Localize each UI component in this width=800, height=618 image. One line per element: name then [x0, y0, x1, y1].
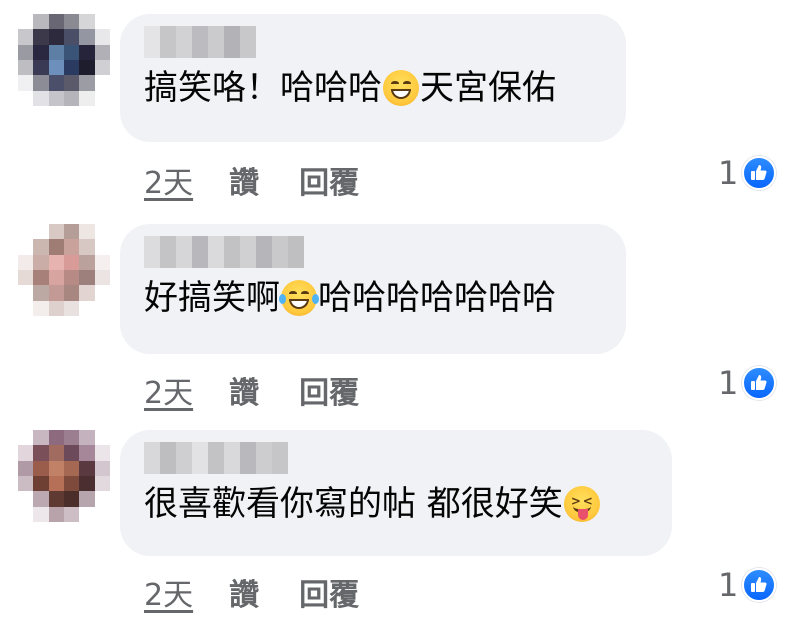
tears-of-joy-emoji	[279, 280, 319, 316]
like-button[interactable]: 讚	[229, 158, 259, 202]
reaction-summary[interactable]: 1	[718, 364, 777, 402]
squinting-tongue-emoji: > <	[563, 486, 600, 522]
reply-button[interactable]: 回覆	[299, 570, 359, 614]
reaction-summary[interactable]: 1	[718, 154, 777, 192]
comment-text: 好搞笑啊 哈哈哈哈哈哈哈	[144, 278, 556, 318]
reaction-summary[interactable]: 1	[718, 566, 777, 604]
reaction-count: 1	[718, 154, 739, 192]
comment-bubble: 搞笑咯！哈哈哈 天宮保佑	[120, 14, 626, 142]
commenter-name-blurred[interactable]	[144, 26, 602, 58]
reply-button[interactable]: 回覆	[299, 368, 359, 412]
comment-actions: 2天 讚 回覆	[144, 368, 359, 412]
reply-button[interactable]: 回覆	[299, 158, 359, 202]
avatar[interactable]	[18, 14, 110, 106]
reaction-count: 1	[718, 364, 739, 402]
comment-bubble: 好搞笑啊 哈哈哈哈哈哈哈	[120, 224, 626, 354]
comment-actions: 2天 讚 回覆	[144, 570, 359, 614]
comment-text: 搞笑咯！哈哈哈 天宮保佑	[144, 68, 556, 108]
like-button[interactable]: 讚	[229, 368, 259, 412]
avatar[interactable]	[18, 430, 110, 522]
avatar[interactable]	[18, 224, 110, 316]
like-button[interactable]: 讚	[229, 570, 259, 614]
commenter-name-blurred[interactable]	[144, 442, 648, 474]
commenter-name-blurred[interactable]	[144, 236, 602, 268]
comment-timestamp-link[interactable]: 2天	[144, 368, 193, 412]
comment-actions: 2天 讚 回覆	[144, 158, 359, 202]
comment-timestamp-link[interactable]: 2天	[144, 570, 193, 614]
reaction-count: 1	[718, 566, 739, 604]
like-icon	[742, 568, 777, 602]
grinning-face-emoji	[383, 70, 419, 106]
comment-timestamp-link[interactable]: 2天	[144, 158, 193, 202]
like-icon	[742, 156, 777, 190]
like-icon	[742, 366, 777, 400]
comment-bubble: 很喜歡看你寫的帖 都很好笑 > <	[120, 430, 672, 556]
comment-text: 很喜歡看你寫的帖 都很好笑 > <	[144, 474, 648, 534]
